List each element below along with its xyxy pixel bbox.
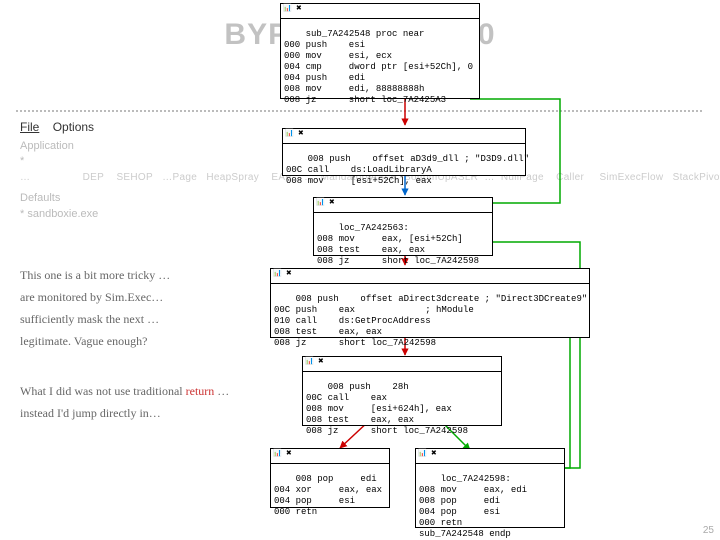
asm-line: 004 pop esi — [419, 507, 500, 517]
window-bar-icon — [415, 448, 565, 464]
asm-line: 00C push eax ; hModule — [274, 305, 474, 315]
asm-line: sub_7A242548 endp — [419, 529, 511, 539]
asm-line: 008 jz short loc_7A242598 — [317, 256, 479, 266]
asm-line: 004 xor eax, eax — [274, 485, 382, 495]
asm-block-retn-ok[interactable]: 008 pop edi 004 xor eax, eax 004 pop esi… — [270, 460, 390, 508]
asm-line: 008 mov [esi+624h], eax — [306, 404, 452, 414]
asm-proc-head: sub_7A242548 proc near — [306, 29, 425, 39]
asm-line: 00C call eax — [306, 393, 387, 403]
asm-line: 008 mov eax, edi — [419, 485, 527, 495]
asm-line: 008 jz short loc_7A242598 — [274, 338, 436, 348]
asm-line: 008 pop edi — [296, 474, 377, 484]
asm-line: 008 test eax, eax — [274, 327, 382, 337]
asm-block-call-eax[interactable]: 008 push 28h 00C call eax 008 mov [esi+6… — [302, 368, 502, 426]
asm-line: 004 push edi — [284, 73, 365, 83]
asm-line: 008 jz short loc_7A242598 — [306, 426, 468, 436]
asm-line: 008 pop edi — [419, 496, 500, 506]
asm-block-loc598[interactable]: loc_7A242598: 008 mov eax, edi 008 pop e… — [415, 460, 565, 528]
asm-line: 000 retn — [274, 507, 317, 517]
asm-block-loadlib[interactable]: 008 push offset aD3d9_dll ; "D3D9.dll" 0… — [282, 140, 526, 176]
asm-line: 000 retn — [419, 518, 462, 528]
asm-line: 008 jz short loc_7A2425A3 — [284, 95, 446, 105]
asm-line: 000 push esi — [284, 40, 365, 50]
asm-line: 008 test eax, eax — [317, 245, 425, 255]
window-bar-icon — [280, 3, 480, 19]
asm-loc-head: loc_7A242563: — [339, 223, 409, 233]
asm-line: 000 mov esi, ecx — [284, 51, 392, 61]
asm-block-proc[interactable]: sub_7A242548 proc near 000 push esi 000 … — [280, 15, 480, 99]
slide-stage: BYPASS … ET 4.0 File Options Application… — [0, 0, 720, 540]
asm-line: 008 mov eax, [esi+52Ch] — [317, 234, 463, 244]
asm-block-loc563[interactable]: loc_7A242563: 008 mov eax, [esi+52Ch] 00… — [313, 209, 493, 256]
window-bar-icon — [313, 197, 493, 213]
asm-line: 010 call ds:GetProcAddress — [274, 316, 431, 326]
window-bar-icon — [270, 268, 590, 284]
asm-loc-head: loc_7A242598: — [441, 474, 511, 484]
asm-line: 008 mov edi, 88888888h — [284, 84, 424, 94]
asm-block-getprocaddr[interactable]: 008 push offset aDirect3dcreate ; "Direc… — [270, 280, 590, 338]
asm-line: 004 cmp dword ptr [esi+52Ch], 0 — [284, 62, 473, 72]
asm-line: 008 test eax, eax — [306, 415, 414, 425]
asm-line: 008 push 28h — [328, 382, 409, 392]
asm-line: 00C call ds:LoadLibraryA — [286, 165, 432, 175]
asm-line: 008 push offset aDirect3dcreate ; "Direc… — [296, 294, 588, 304]
window-bar-icon — [302, 356, 502, 372]
window-bar-icon — [270, 448, 390, 464]
asm-line: 004 pop esi — [274, 496, 355, 506]
asm-line: 008 push offset aD3d9_dll ; "D3D9.dll" — [308, 154, 529, 164]
slide-number: 25 — [703, 525, 714, 536]
window-bar-icon — [282, 128, 526, 144]
asm-line: 008 mov [esi+52Ch], eax — [286, 176, 432, 186]
